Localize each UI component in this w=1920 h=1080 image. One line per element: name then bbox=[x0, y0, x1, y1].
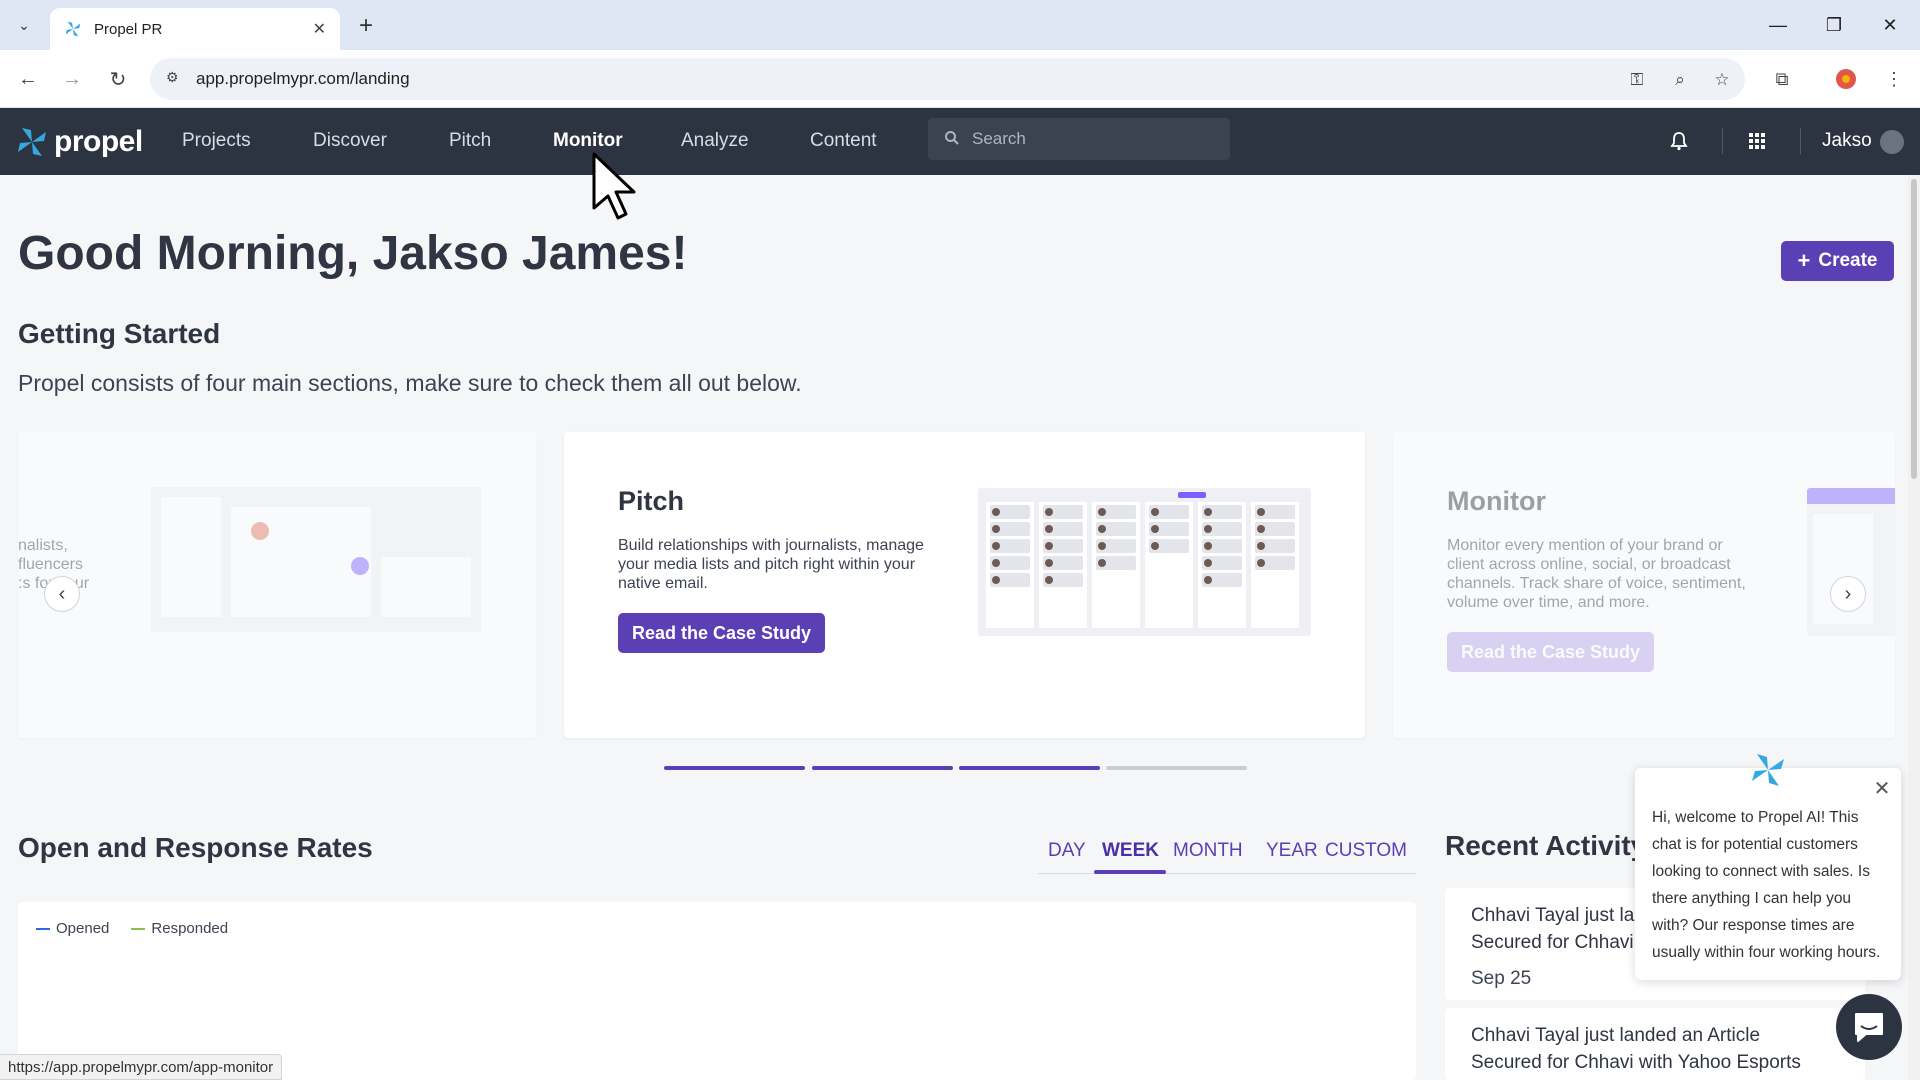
read-case-study-button[interactable]: Read the Case Study bbox=[618, 613, 826, 653]
recent-activity-title: Recent Activity bbox=[1445, 830, 1647, 861]
card-description: Monitor every mention of your brand or c… bbox=[1447, 537, 1746, 611]
carousel-card-monitor[interactable]: Monitor Monitor every mention of your br… bbox=[1393, 432, 1895, 738]
avatar[interactable] bbox=[1880, 130, 1904, 154]
url-text[interactable]: app.propelmypr.com/landing bbox=[196, 69, 410, 89]
carousel-dot[interactable] bbox=[1106, 766, 1247, 770]
plus-icon: + bbox=[1797, 248, 1811, 273]
nav-pitch[interactable]: Pitch bbox=[449, 130, 491, 152]
range-tab-day[interactable]: DAY bbox=[1048, 840, 1086, 862]
search-input[interactable] bbox=[972, 126, 1212, 152]
mouse-cursor-icon bbox=[592, 152, 636, 220]
scrollbar-thumb[interactable] bbox=[1911, 179, 1917, 479]
password-key-icon[interactable]: ⚿ bbox=[1625, 68, 1649, 92]
card-description: Build relationships with journalists, ma… bbox=[618, 537, 924, 592]
nav-discover[interactable]: Discover bbox=[313, 130, 387, 152]
zoom-icon[interactable]: ⌕ bbox=[1668, 68, 1692, 92]
propel-favicon-icon bbox=[65, 21, 81, 37]
monitor-preview-image bbox=[1807, 488, 1895, 636]
read-case-study-button[interactable]: Read the Case Study bbox=[1447, 632, 1655, 672]
card-title: Monitor bbox=[1447, 486, 1546, 516]
carousel-dot[interactable] bbox=[664, 766, 805, 770]
activity-text: Chhavi Tayal just landed an Article Secu… bbox=[1471, 1025, 1801, 1073]
reload-icon[interactable]: ↻ bbox=[103, 64, 133, 94]
carousel-prev-arrow-icon[interactable]: ‹ bbox=[44, 576, 80, 612]
extensions-icon[interactable]: ⧉ bbox=[1767, 64, 1797, 94]
propel-logo-icon bbox=[18, 128, 46, 156]
range-tabs: DAY WEEK MONTH YEAR CUSTOM bbox=[1038, 830, 1416, 874]
carousel-dot[interactable] bbox=[812, 766, 953, 770]
legend-label: Opened bbox=[56, 920, 110, 937]
header-divider bbox=[1800, 128, 1801, 154]
range-tab-year[interactable]: YEAR bbox=[1266, 840, 1318, 862]
open-response-rates-title: Open and Response Rates bbox=[18, 832, 373, 863]
chat-bubble-icon bbox=[1855, 1013, 1883, 1042]
chart-legend: Opened Responded bbox=[36, 920, 250, 937]
range-tab-week[interactable]: WEEK bbox=[1102, 840, 1159, 862]
card-title: Pitch bbox=[618, 486, 685, 516]
nav-monitor[interactable]: Monitor bbox=[553, 130, 623, 152]
bookmark-star-icon[interactable]: ☆ bbox=[1710, 68, 1734, 92]
chat-message: Hi, welcome to Propel AI! This chat is f… bbox=[1652, 809, 1881, 961]
new-tab-icon[interactable]: + bbox=[352, 12, 380, 40]
chat-popup: Hi, welcome to Propel AI! This chat is f… bbox=[1635, 768, 1901, 980]
chat-launcher-button[interactable] bbox=[1836, 994, 1902, 1060]
nav-content[interactable]: Content bbox=[810, 130, 877, 152]
legend-swatch-responded bbox=[131, 927, 146, 930]
link-status-bar: https://app.propelmypr.com/app-monitor bbox=[0, 1054, 283, 1080]
create-button[interactable]: + Create bbox=[1781, 241, 1894, 281]
range-tab-month[interactable]: MONTH bbox=[1173, 840, 1243, 862]
tab-search-chevron-icon[interactable]: ⌄ bbox=[10, 12, 38, 38]
legend-label: Responded bbox=[151, 920, 229, 937]
address-bar[interactable]: ⚙ app.propelmypr.com/landing ⚿ ⌕ ☆ bbox=[150, 58, 1745, 100]
page-scrollbar[interactable] bbox=[1908, 175, 1920, 1080]
pitch-preview-image bbox=[978, 488, 1311, 636]
minimize-icon[interactable]: — bbox=[1758, 10, 1798, 40]
create-label: Create bbox=[1818, 250, 1878, 271]
restore-icon[interactable]: ❐ bbox=[1814, 10, 1854, 40]
discover-preview-image bbox=[151, 487, 481, 632]
nav-analyze[interactable]: Analyze bbox=[681, 130, 749, 152]
notifications-bell-icon[interactable] bbox=[1666, 128, 1692, 154]
browser-menu-icon[interactable]: ⋮ bbox=[1879, 64, 1909, 94]
browser-tabstrip: ⌄ Propel PR ✕ + — ❐ ✕ bbox=[0, 0, 1920, 50]
active-range-indicator bbox=[1094, 870, 1166, 874]
tab-title: Propel PR bbox=[94, 20, 163, 38]
app-header: propel Projects Discover Pitch Monitor A… bbox=[0, 108, 1920, 175]
page-greeting: Good Morning, Jakso James! bbox=[18, 227, 688, 280]
header-divider bbox=[1722, 128, 1723, 154]
getting-started-description: Propel consists of four main sections, m… bbox=[18, 370, 802, 396]
search-icon bbox=[945, 131, 959, 145]
carousel-card-pitch: Pitch Build relationships with journalis… bbox=[564, 432, 1365, 738]
apps-grid-icon[interactable] bbox=[1744, 128, 1770, 154]
user-name[interactable]: Jakso bbox=[1822, 130, 1872, 152]
carousel-next-arrow-icon[interactable]: › bbox=[1830, 576, 1866, 612]
profile-icon[interactable] bbox=[1831, 64, 1861, 94]
back-icon[interactable]: ← bbox=[13, 64, 43, 94]
carousel-card-previous[interactable]: nalists, fluencers :s for your bbox=[18, 432, 536, 738]
nav-projects[interactable]: Projects bbox=[182, 130, 251, 152]
logo-text: propel bbox=[54, 125, 143, 158]
window-close-icon[interactable]: ✕ bbox=[1870, 10, 1910, 40]
browser-tab[interactable]: Propel PR ✕ bbox=[50, 8, 340, 50]
range-tab-custom[interactable]: CUSTOM bbox=[1325, 840, 1407, 862]
carousel-dot[interactable] bbox=[959, 766, 1100, 770]
getting-started-title: Getting Started bbox=[18, 318, 221, 349]
tab-close-icon[interactable]: ✕ bbox=[313, 19, 326, 39]
chat-close-icon[interactable]: ✕ bbox=[1872, 778, 1892, 800]
app-search[interactable] bbox=[928, 118, 1230, 160]
forward-icon[interactable]: → bbox=[57, 64, 87, 94]
site-info-icon[interactable]: ⚙ bbox=[166, 69, 186, 89]
activity-item[interactable]: Chhavi Tayal just landed an Article Secu… bbox=[1445, 1008, 1865, 1080]
browser-toolbar: ← → ↻ ⚙ app.propelmypr.com/landing ⚿ ⌕ ☆… bbox=[0, 50, 1920, 108]
propel-chat-logo-icon bbox=[1752, 754, 1784, 786]
legend-opened[interactable]: Opened bbox=[36, 920, 109, 937]
legend-swatch-opened bbox=[36, 927, 50, 930]
propel-logo[interactable]: propel bbox=[14, 124, 143, 160]
legend-responded[interactable]: Responded bbox=[131, 920, 228, 937]
